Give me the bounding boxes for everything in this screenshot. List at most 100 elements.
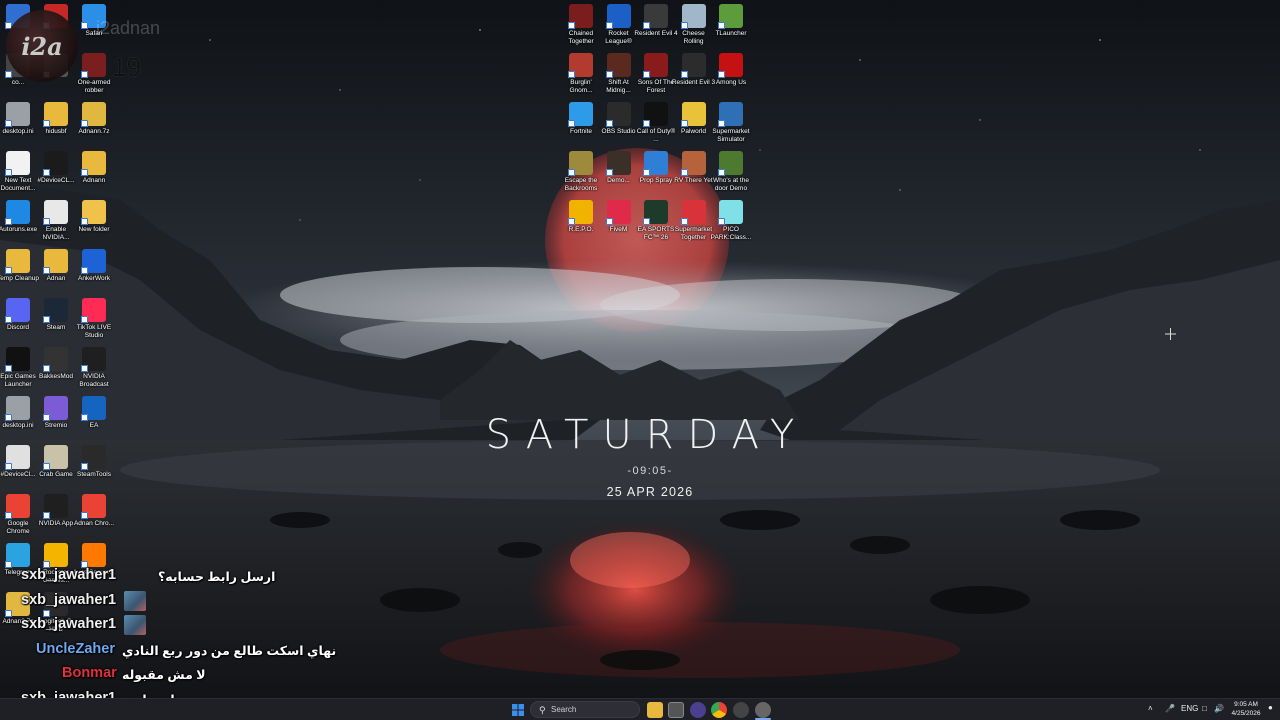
game-icon-9[interactable]: Among Us [709,53,753,87]
pico-park-icon [718,200,743,225]
chat-text: لا مش مقبوله [122,668,206,682]
slot-machine-icon [81,53,106,78]
shift-at-midnight-icon [605,53,631,78]
chat-text: ارسل رابط حسابه؟ [158,570,276,584]
desktop-icon-8[interactable]: Adnann.7z [72,102,116,136]
desktop-icon-label: EA [89,422,99,429]
obs-icon [605,102,631,127]
desktop-icon-label: Among Us [715,79,747,86]
chat-username[interactable]: sxb_jawaher1 [21,592,116,608]
resident-evil-icon [643,4,668,29]
game-icon-14[interactable]: Supermarket Simulator [709,102,753,143]
show-hidden-icons-chevron-icon[interactable]: ˄ [1148,704,1153,713]
backrooms-icon [568,151,593,176]
archive-icon [81,102,106,127]
taskbar-clock[interactable]: 9:05 AM 4/25/2026 [1228,701,1264,718]
start-button[interactable] [510,702,526,718]
desktop-icon-32[interactable]: Adnan Chro... [72,494,116,528]
devcln-icon [43,151,68,176]
chat-username[interactable]: Bonmar [62,665,117,681]
desktop-icon-14[interactable]: New folder [72,200,116,234]
desktop-icon-label: TikTok LIVE Studio [76,324,112,339]
desktop-icon-11[interactable]: Adnann [72,151,116,185]
discord-icon [5,298,30,323]
file-explorer-button[interactable] [647,702,663,718]
desktop-icon-label: Supermarket Simulator [712,128,750,143]
desktop-icon-5[interactable]: One-armed robber [72,53,116,94]
start-icon [512,704,524,716]
desktop-icon-23[interactable]: NVIDIA Broadcast [72,347,116,388]
epic-games-icon [5,347,30,372]
rv-there-yet-icon [680,151,706,176]
prop-spray-icon [643,151,668,176]
clock-time: 9:05 AM [1234,701,1258,708]
among-us-icon [718,53,743,78]
desktop-icon-label: TLauncher [715,30,747,37]
game-icon-19[interactable]: Who's at the door Demo [709,151,753,192]
taskbar-search-box[interactable]: ⚲ Search [530,701,640,718]
folder-icon [81,151,106,176]
chat-message: sxb_jawaher1 [0,589,330,611]
obs-taskbar-button[interactable] [690,702,706,718]
chrome-taskbar-button[interactable] [711,702,727,718]
chat-message: sxb_jawaher1 ارسل رابط حسابه؟ [0,564,330,586]
desktop-icon-26[interactable]: EA [72,396,116,430]
volume-icon[interactable]: 🔊 [1214,704,1224,713]
chat-username[interactable]: sxb_jawaher1 [21,616,116,632]
desktop-icon-label: Adnann.7z [78,128,110,135]
desktop-icon-label: AnkerWork [77,275,111,282]
autoruns-icon [5,200,30,225]
resident-evil-icon [680,53,706,78]
desktop-icon-29[interactable]: SteamTools [72,445,116,479]
desktop-icon-17[interactable]: AnkerWork [72,249,116,283]
chat-message: sxb_jawaher1 [0,613,330,635]
tiktok-icon [81,298,106,323]
clock-date: 4/25/2026 [1231,709,1261,717]
language-indicator[interactable]: ENG [1181,704,1198,713]
chat-emote [124,615,146,635]
desktop-icon-label: PICO PARK:Class... [710,226,752,241]
ankerwork-icon [81,249,106,274]
crab-game-icon [43,445,68,470]
stremio-icon [43,396,68,421]
wallpaper-date: 25 APR 2026 [606,485,694,499]
chat-username[interactable]: UncleZaher [36,641,115,657]
steamtools-icon [81,445,106,470]
taskbar: ⚲ Search ˄ 🎤 ENG □ 🔊 9:05 AM 4/25/2026 ● [0,698,1280,720]
microphone-icon[interactable]: 🎤 [1165,704,1175,713]
ini-file-icon [5,396,30,421]
search-placeholder: Search [551,705,577,714]
rocket-league-icon [605,4,631,29]
app-taskbar-button[interactable] [733,702,749,718]
settings-taskbar-button[interactable] [755,702,771,718]
ini-file-icon [5,445,30,470]
folder-icon [43,249,68,274]
desktop-icon-label: NVIDIA Broadcast [79,373,109,388]
nvidia-icon [43,494,68,519]
desktop-icon-label: Adnann [82,177,106,184]
fortnite-icon [568,102,593,127]
desktop-icon-label: SteamTools [77,471,111,478]
game-icon-24[interactable]: PICO PARK:Class... [709,200,753,241]
network-icon[interactable]: □ [1202,704,1207,713]
streamer-avatar: i2a [6,10,78,82]
viewer-count: 19 [112,52,141,82]
wallpaper-day: SATURDAY [485,412,809,458]
chat-text: نهاي اسكت طالع من دور ربع النادي [122,643,337,658]
game-icon-4[interactable]: TLauncher [709,4,753,38]
chrome-icon [81,494,106,519]
desktop-icon-20[interactable]: TikTok LIVE Studio [72,298,116,339]
notification-bell-icon[interactable]: ● [1268,703,1273,712]
palworld-icon [680,102,706,127]
desktop-icon-label: Adnan Chro... [73,520,115,527]
chat-username[interactable]: sxb_jawaher1 [21,567,116,583]
cheese-rolling-icon [680,4,706,29]
store-button[interactable] [668,702,684,718]
ea-icon [81,396,106,421]
nvidia-icon [81,347,106,372]
supermarket-together-icon [680,200,706,225]
sons-of-the-forest-icon [643,53,668,78]
text-file-icon [5,151,30,176]
fivem-icon [605,200,631,225]
ini-file-icon [5,102,30,127]
